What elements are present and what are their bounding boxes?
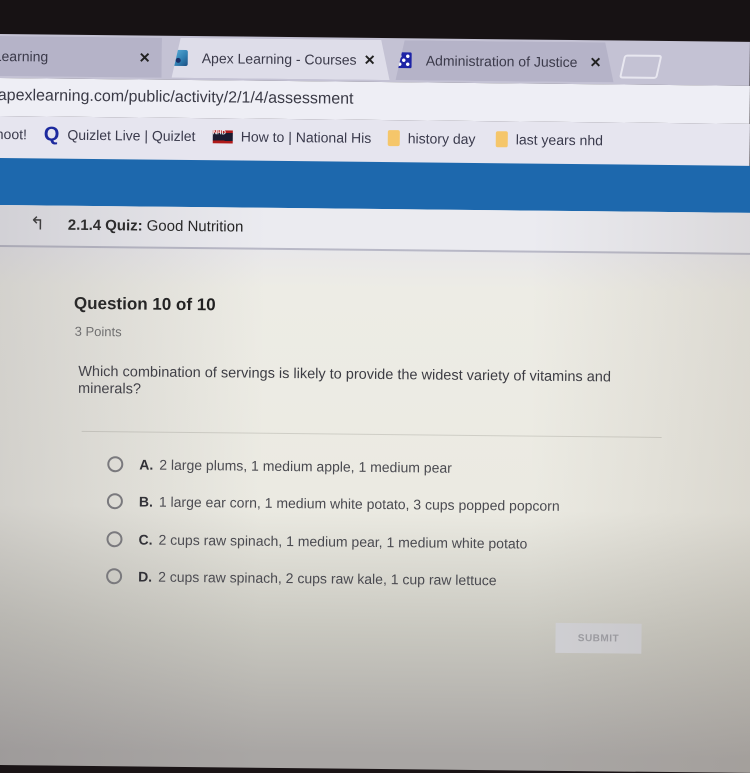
choice-text: 1 large ear corn, 1 medium white potato,…	[158, 493, 560, 514]
bookmark-national-history-day[interactable]: NHD How to | National His	[212, 128, 372, 146]
radio-button[interactable]	[106, 493, 123, 510]
close-icon[interactable]: ✕	[139, 49, 151, 66]
choice-text: 2 cups raw spinach, 2 cups raw kale, 1 c…	[158, 568, 497, 589]
quiz-title: 2.1.4 Quiz: Good Nutrition	[68, 217, 244, 236]
tab-learning[interactable]: Learning ✕	[0, 36, 162, 78]
choice-letter: A.	[139, 456, 154, 473]
apex-favicon-icon	[172, 50, 188, 66]
close-icon[interactable]: ✕	[590, 54, 602, 71]
question-prompt: Which combination of servings is likely …	[77, 363, 612, 398]
answer-choice-c[interactable]: C. 2 cups raw spinach, 1 medium pear, 1 …	[106, 531, 528, 552]
url-text[interactable]: apexlearning.com/public/activity/2/1/4/a…	[0, 87, 354, 109]
bookmark-label: last years nhd	[515, 131, 604, 149]
question-heading: Question 10 of 10	[73, 293, 216, 315]
quiz-header: ↰ 2.1.4 Quiz: Good Nutrition	[0, 205, 750, 255]
bookmark-label: How to | National His	[240, 128, 372, 146]
radio-button[interactable]	[106, 568, 123, 585]
answer-choice-a[interactable]: A. 2 large plums, 1 medium apple, 1 medi…	[107, 456, 452, 476]
choice-text: 2 cups raw spinach, 1 medium pear, 1 med…	[158, 531, 528, 552]
bookmark-kahoot[interactable]: hoot!	[0, 126, 27, 142]
quiz-name: Good Nutrition	[146, 217, 244, 236]
tab-strip: Learning ✕ Apex Learning - Courses ✕ Adm…	[0, 34, 750, 86]
folder-icon	[495, 131, 508, 148]
screen-bezel	[0, 0, 750, 40]
tab-title: Apex Learning - Courses	[201, 50, 357, 68]
new-tab-button[interactable]	[619, 54, 663, 79]
close-icon[interactable]: ✕	[364, 51, 376, 68]
choice-letter: B.	[138, 493, 153, 510]
choice-text: 2 large plums, 1 medium apple, 1 medium …	[159, 456, 452, 476]
nhd-icon: NHD	[212, 129, 233, 143]
quiz-code: 2.1.4	[67, 216, 102, 235]
answer-choice-d[interactable]: D. 2 cups raw spinach, 2 cups raw kale, …	[106, 568, 497, 588]
bookmark-label: history day	[407, 130, 476, 147]
tab-administration-of-justice[interactable]: Administration of Justice ✕	[396, 40, 614, 82]
quizlet-icon: Q	[43, 123, 60, 146]
bookmark-last-years-nhd[interactable]: last years nhd	[495, 131, 604, 149]
tab-apex-learning-courses[interactable]: Apex Learning - Courses ✕	[172, 38, 390, 80]
back-arrow-icon[interactable]: ↰	[30, 213, 45, 234]
submit-button[interactable]: SUBMIT	[555, 622, 642, 654]
tab-title: Administration of Justice	[425, 52, 578, 71]
tab-title: Learning	[0, 47, 49, 65]
divider	[81, 430, 662, 438]
bookmark-label: hoot!	[0, 125, 28, 143]
radio-button[interactable]	[106, 531, 123, 548]
bookmark-quizlet-live[interactable]: Q Quizlet Live | Quizlet	[43, 123, 196, 146]
folder-icon	[387, 130, 400, 147]
page-content: ↰ 2.1.4 Quiz: Good Nutrition Question 10 o…	[0, 205, 750, 773]
choice-letter: D.	[138, 568, 153, 585]
quiz-kind: Quiz:	[105, 217, 143, 235]
justice-favicon-icon	[396, 52, 412, 68]
choice-letter: C.	[138, 531, 153, 548]
bookmark-label: Quizlet Live | Quizlet	[67, 126, 196, 145]
bookmark-history-day[interactable]: history day	[387, 130, 476, 147]
radio-button[interactable]	[107, 456, 124, 473]
question-points: 3 Points	[74, 323, 122, 340]
answer-choice-b[interactable]: B. 1 large ear corn, 1 medium white pota…	[106, 493, 560, 514]
